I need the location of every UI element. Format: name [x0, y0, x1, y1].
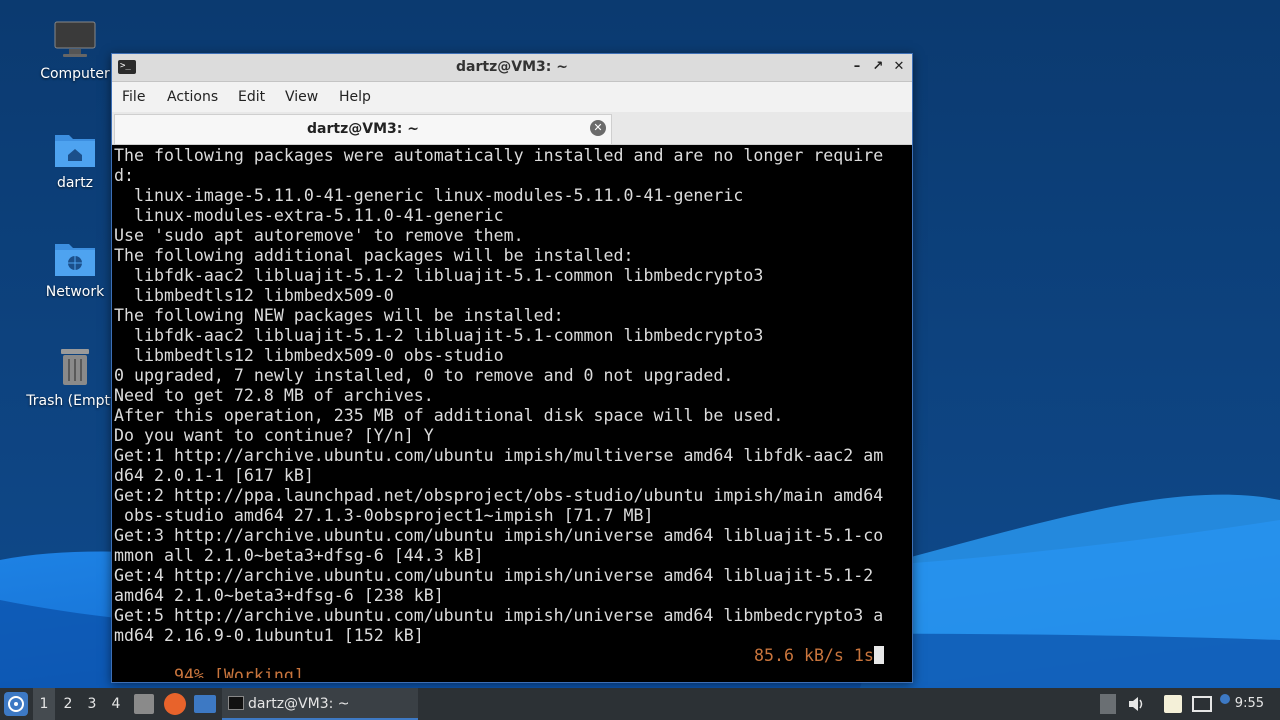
terminal-line: Get:1 http://archive.ubuntu.com/ubuntu i… — [114, 446, 884, 465]
terminal-line: Get:2 http://ppa.launchpad.net/obsprojec… — [114, 486, 884, 505]
window-title: dartz@VM3: ~ — [456, 59, 568, 75]
desktop-icon-trash[interactable]: Trash (Empty) — [25, 345, 125, 409]
terminal-line: 0 upgraded, 7 newly installed, 0 to remo… — [114, 366, 734, 385]
notes-icon[interactable] — [1164, 695, 1182, 713]
window-titlebar[interactable]: >_ dartz@VM3: ~ – ↗ ✕ — [112, 54, 912, 82]
home-folder-icon — [55, 135, 95, 167]
close-button[interactable]: ✕ — [890, 58, 908, 76]
terminal-line: The following packages were automaticall… — [114, 146, 884, 165]
workspace-1[interactable]: 1 — [33, 688, 55, 720]
terminal-line: libmbedtls12 libmbedx509-0 — [114, 286, 394, 305]
clipboard-icon[interactable] — [1100, 694, 1116, 714]
terminal-line: Get:3 http://archive.ubuntu.com/ubuntu i… — [114, 526, 884, 545]
volume-icon[interactable] — [1126, 688, 1146, 720]
terminal-line: After this operation, 235 MB of addition… — [114, 406, 784, 425]
workspace-3[interactable]: 3 — [81, 688, 103, 720]
terminal-line: Get:4 http://archive.ubuntu.com/ubuntu i… — [114, 566, 874, 585]
desktop-icon-label: Network — [45, 284, 105, 300]
menu-edit[interactable]: Edit — [238, 89, 265, 105]
terminal-cursor — [873, 646, 884, 664]
start-menu-icon — [8, 696, 24, 712]
workspace-2[interactable]: 2 — [57, 688, 79, 720]
taskbar: 1 2 3 4 dartz@VM3: ~ 9:55 — [0, 688, 1280, 720]
network-folder-icon — [55, 244, 95, 276]
terminal-line: The following additional packages will b… — [114, 246, 634, 265]
terminal-line: Need to get 72.8 MB of archives. — [114, 386, 434, 405]
terminal-line: libmbedtls12 libmbedx509-0 obs-studio — [114, 346, 504, 365]
terminal-line: md64 2.16.9-0.1ubuntu1 [152 kB] — [114, 626, 424, 645]
progress-text: 94% [Working] — [173, 666, 304, 678]
desktop-icon-label: Computer — [40, 66, 110, 82]
terminal-lines: The following packages were automaticall… — [114, 146, 910, 646]
terminal-window[interactable]: >_ dartz@VM3: ~ – ↗ ✕ File Actions Edit … — [111, 53, 913, 683]
clock[interactable]: 9:55 — [1235, 688, 1264, 720]
menu-help[interactable]: Help — [339, 89, 371, 105]
tab-terminal[interactable]: dartz@VM3: ~ ✕ — [114, 114, 612, 144]
terminal-line: d64 2.0.1-1 [617 kB] — [114, 466, 314, 485]
menu-bar: File Actions Edit View Help — [112, 82, 912, 112]
terminal-line: Get:5 http://archive.ubuntu.com/ubuntu i… — [114, 606, 884, 625]
maximize-button[interactable]: ↗ — [869, 58, 887, 76]
terminal-line: Do you want to continue? [Y/n] Y — [114, 426, 434, 445]
start-menu-button[interactable] — [4, 692, 28, 716]
tab-close-icon[interactable]: ✕ — [590, 120, 606, 136]
terminal-line: libfdk-aac2 libluajit-5.1-2 libluajit-5.… — [114, 266, 764, 285]
tab-bar: dartz@VM3: ~ ✕ — [112, 112, 912, 145]
desktop-icon-label: Trash (Empty) — [26, 393, 124, 409]
trash-icon — [61, 349, 89, 385]
taskbar-item-terminal[interactable]: dartz@VM3: ~ — [222, 688, 418, 720]
download-rate: 85.6 kB/s 1s — [754, 646, 884, 666]
menu-file[interactable]: File — [122, 89, 145, 105]
desktop-icon-home[interactable]: dartz — [25, 127, 125, 191]
tab-label: dartz@VM3: ~ — [307, 121, 419, 137]
taskbar-item-label: dartz@VM3: ~ — [248, 696, 350, 712]
terminal-icon — [228, 696, 244, 710]
terminal-line: amd64 2.1.0~beta3+dfsg-6 [238 kB] — [114, 586, 444, 605]
file-manager-icon[interactable] — [134, 694, 154, 714]
computer-icon — [54, 21, 96, 57]
show-desktop-icon[interactable] — [194, 695, 216, 713]
workspace-4[interactable]: 4 — [105, 688, 127, 720]
update-notification-icon[interactable] — [1220, 694, 1230, 704]
desktop-icon-label: dartz — [56, 175, 94, 191]
terminal-output[interactable]: The following packages were automaticall… — [114, 146, 910, 678]
firefox-icon[interactable] — [164, 693, 186, 715]
terminal-line: linux-modules-extra-5.11.0-41-generic — [114, 206, 504, 225]
progress-line: 94% [Working] 85.6 kB/s 1s — [114, 646, 910, 678]
menu-view[interactable]: View — [285, 89, 318, 105]
desktop-icon-computer[interactable]: Computer — [25, 18, 125, 82]
terminal-line: The following NEW packages will be insta… — [114, 306, 564, 325]
menu-actions[interactable]: Actions — [167, 89, 218, 105]
terminal-line: Use 'sudo apt autoremove' to remove them… — [114, 226, 524, 245]
network-status-icon[interactable] — [1192, 696, 1212, 712]
terminal-line: d: — [114, 166, 134, 185]
terminal-line: libfdk-aac2 libluajit-5.1-2 libluajit-5.… — [114, 326, 764, 345]
terminal-line: linux-image-5.11.0-41-generic linux-modu… — [114, 186, 744, 205]
terminal-line: obs-studio amd64 27.1.3-0obsproject1~imp… — [114, 506, 654, 525]
terminal-line: mmon all 2.1.0~beta3+dfsg-6 [44.3 kB] — [114, 546, 484, 565]
desktop-icon-network[interactable]: Network — [25, 236, 125, 300]
rate-text: 85.6 kB/s 1s — [754, 646, 874, 665]
minimize-button[interactable]: – — [848, 58, 866, 76]
